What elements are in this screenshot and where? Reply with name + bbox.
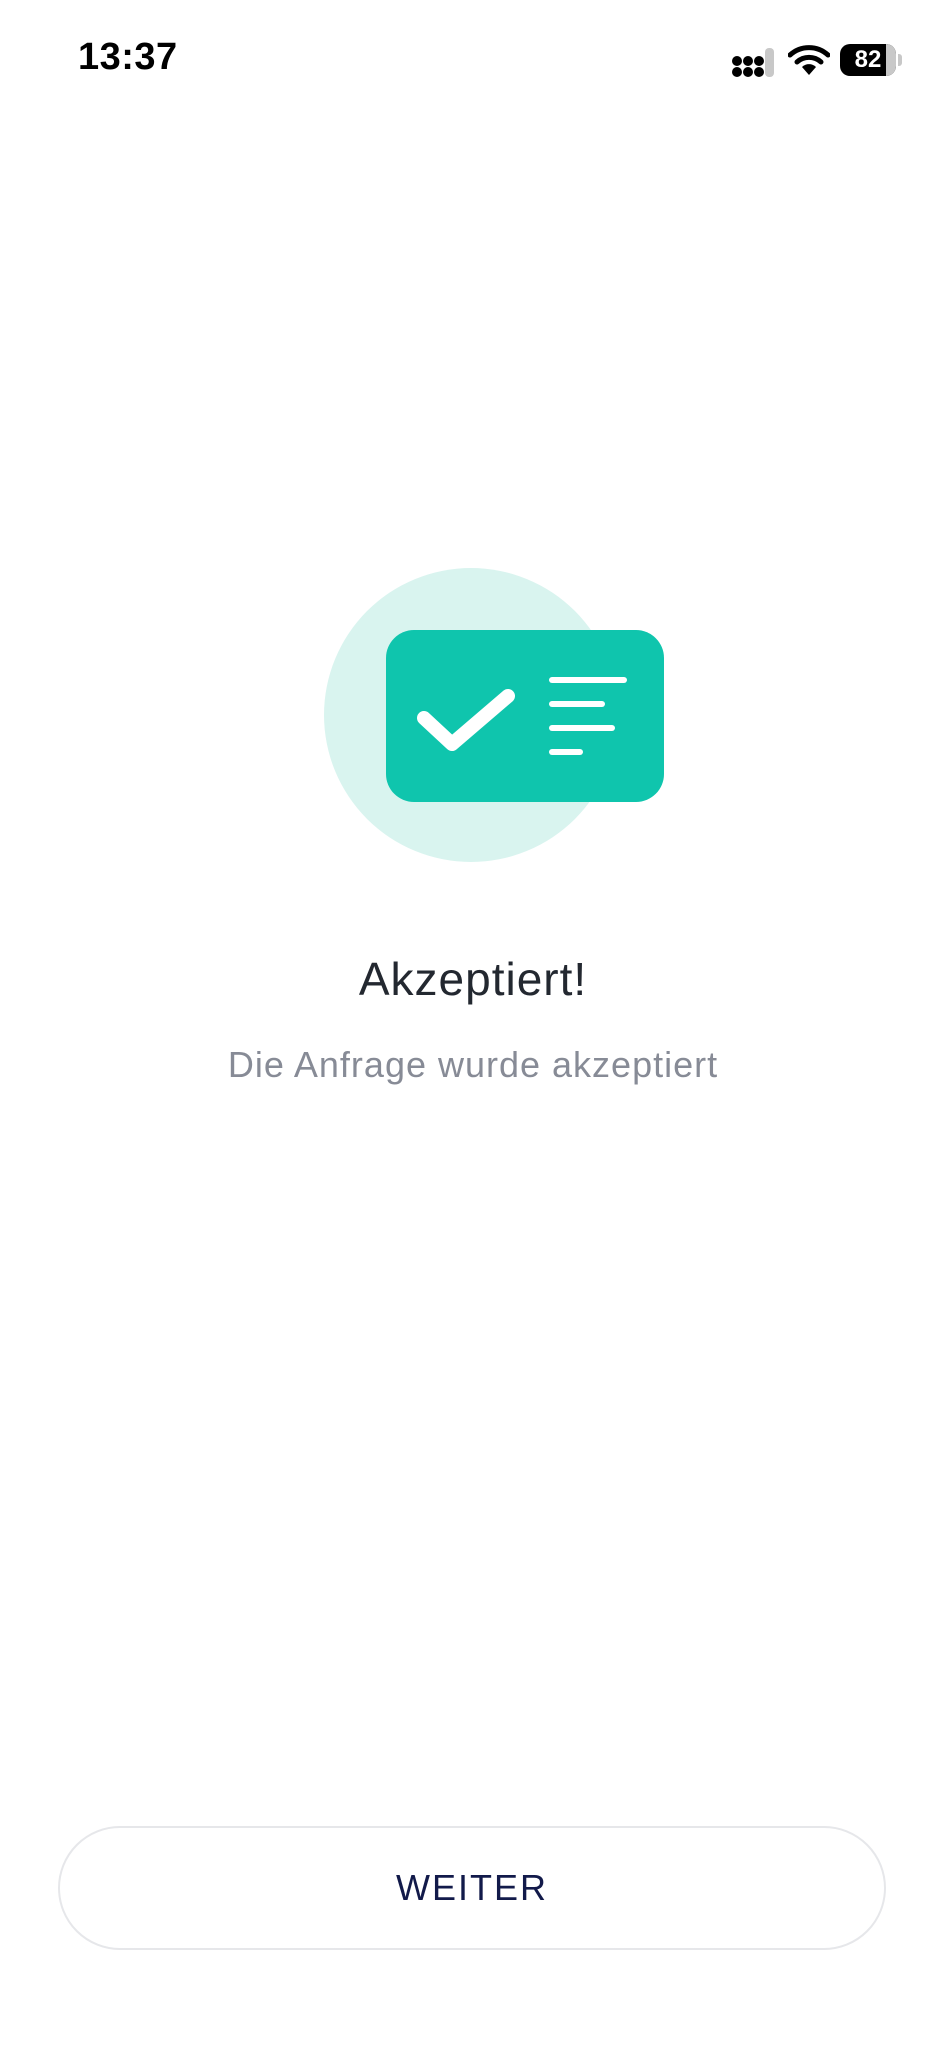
continue-button[interactable]: WEITER — [58, 1826, 886, 1950]
status-time: 13:37 — [78, 36, 178, 78]
continue-button-label: WEITER — [396, 1867, 548, 1908]
status-bar: 13:37 82 — [0, 0, 946, 120]
accepted-document-icon — [324, 568, 664, 862]
battery-icon: 82 — [840, 44, 902, 76]
battery-level: 82 — [854, 46, 882, 73]
signal-icon — [732, 44, 776, 78]
wifi-icon — [787, 44, 831, 76]
page-subtitle: Die Anfrage wurde akzeptiert — [227, 1044, 719, 1085]
battery-body: 82 — [840, 44, 896, 76]
page-title: Akzeptiert! — [358, 953, 588, 1005]
battery-cap — [898, 54, 902, 66]
